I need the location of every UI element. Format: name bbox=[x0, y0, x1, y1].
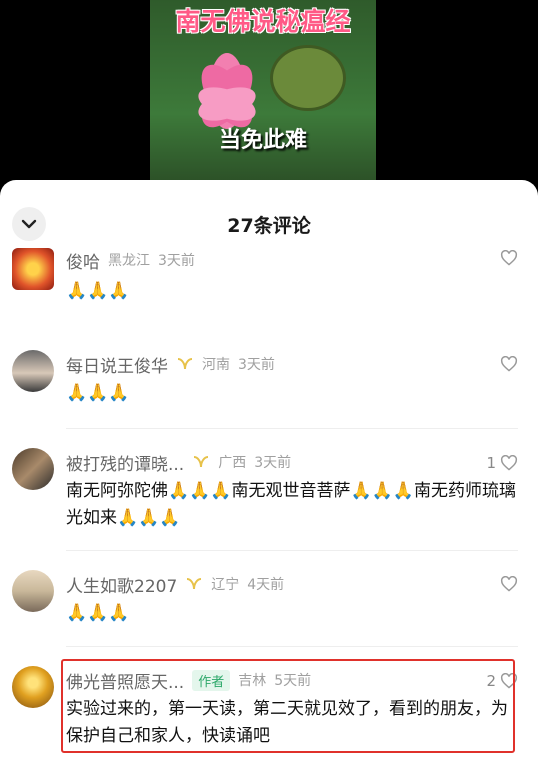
video-thumbnail: 南无佛说秘瘟经 当免此难 bbox=[150, 0, 376, 190]
comment-time: 4天前 bbox=[247, 577, 285, 593]
avatar[interactable] bbox=[12, 570, 54, 612]
comment-time: 3天前 bbox=[254, 455, 292, 471]
username[interactable]: 俊哈 bbox=[66, 248, 100, 273]
badge-icon bbox=[187, 578, 202, 590]
comment-region: 辽宁 bbox=[211, 577, 240, 593]
avatar[interactable] bbox=[12, 448, 54, 490]
heart-icon bbox=[500, 576, 518, 592]
like-button[interactable] bbox=[500, 576, 518, 592]
comment-region: 黑龙江 bbox=[108, 253, 150, 269]
video-area[interactable]: 南无佛说秘瘟经 当免此难 bbox=[0, 0, 538, 190]
lotus-pod-image bbox=[270, 45, 346, 111]
username[interactable]: 每日说王俊华 bbox=[66, 352, 168, 377]
like-count: 1 bbox=[486, 454, 496, 472]
divider bbox=[66, 646, 518, 647]
comment-text: 南无阿弥陀佛🙏🙏🙏南无观世音菩萨🙏🙏🙏南无药师琉璃光如来🙏🙏🙏 bbox=[66, 481, 517, 528]
avatar[interactable] bbox=[12, 666, 54, 708]
comment-text: 🙏🙏🙏 bbox=[66, 603, 130, 623]
badge-icon bbox=[177, 358, 193, 370]
comment-region: 广西 bbox=[218, 455, 247, 471]
like-button[interactable] bbox=[500, 250, 518, 266]
username[interactable]: 被打残的谭晓... bbox=[66, 450, 184, 475]
like-button[interactable] bbox=[500, 356, 518, 372]
comment-time: 3天前 bbox=[158, 253, 195, 269]
comment-item: 每日说王俊华 河南 3天前 🙏🙏🙏 bbox=[0, 350, 538, 440]
comment-text: 🙏🙏🙏 bbox=[66, 383, 130, 403]
comment-time: 3天前 bbox=[238, 357, 275, 373]
like-button[interactable]: 1 bbox=[486, 454, 518, 472]
video-title-overlay: 南无佛说秘瘟经 bbox=[175, 7, 351, 36]
comment-item: 被打残的谭晓... 广西 3天前 1 南无阿弥陀佛🙏🙏🙏南无观世音菩萨🙏🙏🙏南无… bbox=[0, 448, 538, 548]
highlight-box bbox=[61, 659, 515, 753]
comment-region: 河南 bbox=[202, 357, 230, 373]
video-caption-overlay: 当免此难 bbox=[218, 128, 307, 153]
comment-count-title: 27条评论 bbox=[227, 215, 311, 237]
comment-text: 🙏🙏🙏 bbox=[66, 281, 130, 301]
lotus-flower-image bbox=[198, 53, 256, 129]
heart-icon bbox=[500, 356, 518, 372]
divider bbox=[66, 550, 518, 551]
username[interactable]: 人生如歌2207 bbox=[66, 572, 177, 597]
badge-icon bbox=[194, 456, 209, 468]
divider bbox=[66, 428, 518, 429]
comment-item: 俊哈 黑龙江 3天前 🙏🙏🙏 bbox=[0, 244, 538, 304]
avatar[interactable] bbox=[12, 350, 54, 392]
heart-icon bbox=[500, 250, 518, 266]
heart-icon bbox=[500, 455, 518, 471]
avatar[interactable] bbox=[12, 248, 54, 290]
